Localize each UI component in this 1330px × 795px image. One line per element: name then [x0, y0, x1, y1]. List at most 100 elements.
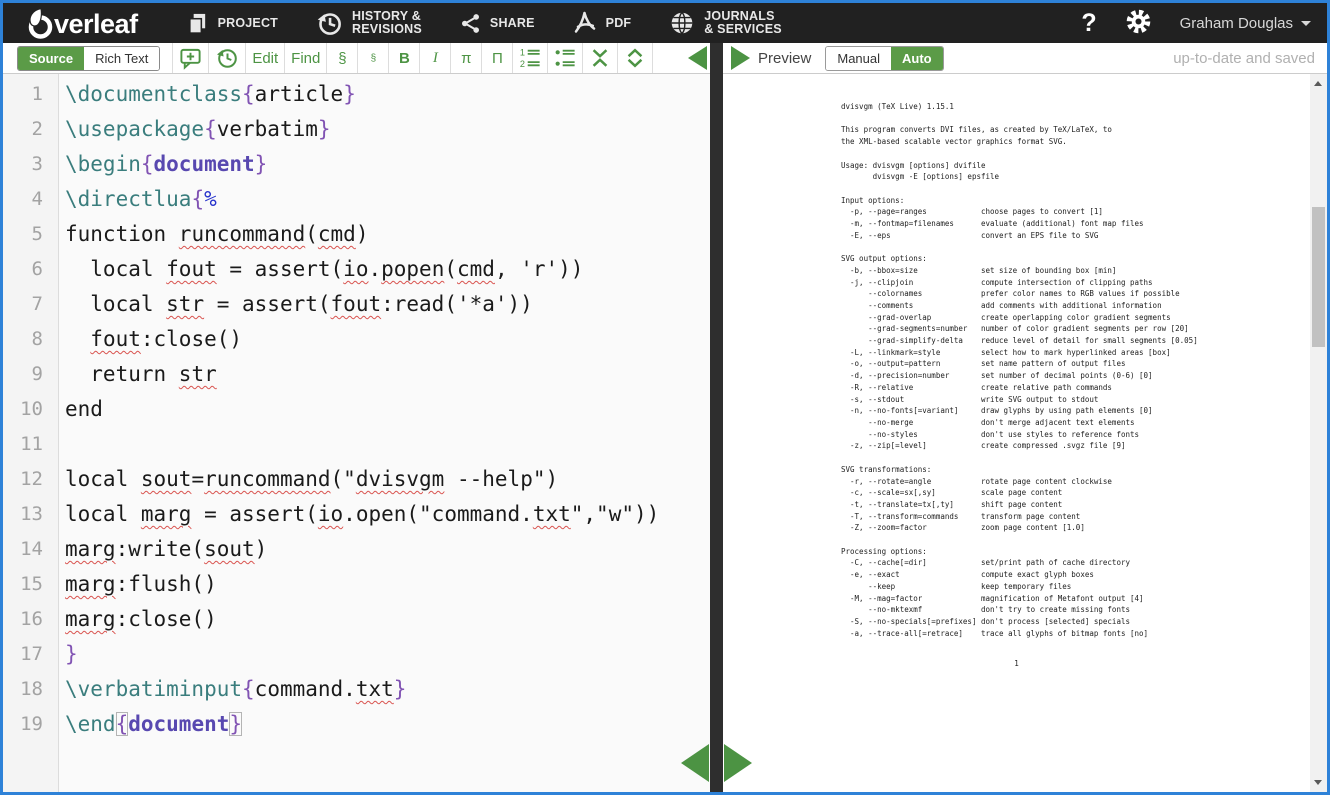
numbered-list-button[interactable]: 12: [513, 43, 548, 73]
section-button[interactable]: §: [327, 43, 358, 73]
expand-preview-pane-bottom-button[interactable]: [724, 744, 752, 782]
code-line-content: \directlua{%: [43, 182, 217, 217]
line-number: 9: [3, 357, 43, 392]
add-comment-icon: [179, 47, 202, 70]
line-number: 3: [3, 147, 43, 182]
code-line[interactable]: 6 local fout = assert(io.popen(cmd, 'r')…: [3, 252, 710, 287]
nav-item-history-revisions[interactable]: HISTORY &REVISIONS: [316, 3, 422, 43]
pdf-icon: [573, 11, 597, 35]
code-line[interactable]: 10end: [3, 392, 710, 427]
code-line-content: \documentclass{article}: [43, 77, 356, 112]
code-line[interactable]: 11: [3, 427, 710, 462]
code-line[interactable]: 7 local str = assert(fout:read('*a')): [3, 287, 710, 322]
editor-toolbar: Source Rich Text EditFind§§BIπΠ12: [3, 43, 710, 74]
line-number: 5: [3, 217, 43, 252]
line-number: 18: [3, 672, 43, 707]
expand-preview-pane-button[interactable]: [731, 46, 750, 70]
pane-divider[interactable]: [710, 43, 723, 792]
manual-compile-button[interactable]: Manual: [826, 47, 891, 70]
collapse-editor-pane-bottom-button[interactable]: [681, 744, 709, 782]
overleaf-leaf-icon: [27, 8, 54, 39]
code-line[interactable]: 5function runcommand(cmd): [3, 217, 710, 252]
italic-button[interactable]: I: [420, 43, 451, 73]
preview-scrollbar[interactable]: [1310, 74, 1327, 792]
rich-text-tab[interactable]: Rich Text: [84, 47, 159, 70]
code-line[interactable]: 17}: [3, 637, 710, 672]
subsection-button[interactable]: §: [358, 43, 389, 73]
line-number: 4: [3, 182, 43, 217]
bullet-list-icon: [554, 47, 576, 69]
numbered-list-icon: 12: [519, 47, 541, 69]
display-math-button[interactable]: Π: [482, 43, 513, 73]
nav-item-label: PROJECT: [218, 17, 278, 30]
collapse-button[interactable]: [583, 43, 618, 73]
code-line-content: local str = assert(fout:read('*a')): [43, 287, 533, 322]
code-line[interactable]: 12local sout=runcommand("dvisvgm --help"…: [3, 462, 710, 497]
top-navbar: verleaf PROJECT HISTORY &REVISIONS SHARE PD…: [3, 3, 1327, 43]
find-button[interactable]: Find: [285, 43, 327, 73]
code-line[interactable]: 14marg:write(sout): [3, 532, 710, 567]
code-line[interactable]: 8 fout:close(): [3, 322, 710, 357]
overleaf-logo[interactable]: verleaf: [27, 8, 138, 39]
overleaf-window: verleaf PROJECT HISTORY &REVISIONS SHARE PD…: [0, 0, 1330, 795]
scroll-up-arrow-icon[interactable]: [1314, 81, 1322, 86]
code-line[interactable]: 9 return str: [3, 357, 710, 392]
code-editor[interactable]: 1\documentclass{article}2\usepackage{ver…: [3, 74, 710, 792]
history-button[interactable]: [209, 43, 246, 73]
code-line[interactable]: 19\end{document}: [3, 707, 710, 742]
compile-mode-toggle: Manual Auto: [825, 46, 943, 71]
navbar-right: ? Graham Douglas: [1081, 8, 1311, 38]
code-line-content: local fout = assert(io.popen(cmd, 'r')): [43, 252, 583, 287]
nav-item-label: HISTORY &REVISIONS: [352, 10, 422, 36]
line-number: 2: [3, 112, 43, 147]
code-line[interactable]: 3\begin{document}: [3, 147, 710, 182]
nav-item-project[interactable]: PROJECT: [186, 3, 278, 43]
code-line-content: marg:write(sout): [43, 532, 267, 567]
chevron-down-icon: [1301, 21, 1311, 26]
pdf-page-number: 1: [723, 659, 1310, 668]
scroll-down-arrow-icon[interactable]: [1314, 780, 1322, 785]
logo-text: verleaf: [54, 9, 138, 39]
code-line[interactable]: 15marg:flush(): [3, 567, 710, 602]
nav-item-share[interactable]: SHARE: [460, 3, 535, 43]
code-line-content: marg:close(): [43, 602, 217, 637]
code-line[interactable]: 1\documentclass{article}: [3, 77, 710, 112]
add-comment-button[interactable]: [173, 43, 209, 73]
code-line[interactable]: 18\verbatiminput{command.txt}: [3, 672, 710, 707]
code-line-content: end: [43, 392, 103, 427]
edit-button[interactable]: Edit: [246, 43, 285, 73]
nav-item-pdf[interactable]: PDF: [573, 3, 632, 43]
project-icon: [186, 12, 209, 35]
collapse-editor-pane-button[interactable]: [688, 46, 707, 70]
line-number: 6: [3, 252, 43, 287]
code-line[interactable]: 13local marg = assert(io.open("command.t…: [3, 497, 710, 532]
settings-gear-button[interactable]: [1125, 8, 1152, 38]
bullet-list-button[interactable]: [548, 43, 583, 73]
line-number: 8: [3, 322, 43, 357]
line-number: 10: [3, 392, 43, 427]
code-line[interactable]: 16marg:close(): [3, 602, 710, 637]
user-name: Graham Douglas: [1180, 15, 1293, 32]
scrollbar-thumb[interactable]: [1312, 207, 1325, 347]
code-line-content: local marg = assert(io.open("command.txt…: [43, 497, 659, 532]
code-line[interactable]: 4\directlua{%: [3, 182, 710, 217]
editor-pane: Source Rich Text EditFind§§BIπΠ12 1\docu…: [3, 43, 710, 792]
source-richtext-toggle: Source Rich Text: [17, 46, 160, 71]
code-line-content: \verbatiminput{command.txt}: [43, 672, 406, 707]
editor-toolbar-buttons: EditFind§§BIπΠ12: [172, 43, 653, 73]
line-number: 12: [3, 462, 43, 497]
nav-item-journals-services[interactable]: JOURNALS& SERVICES: [669, 3, 782, 43]
code-line-content: \begin{document}: [43, 147, 267, 182]
line-number: 17: [3, 637, 43, 672]
inline-math-button[interactable]: π: [451, 43, 482, 73]
code-line[interactable]: 2\usepackage{verbatim}: [3, 112, 710, 147]
user-menu[interactable]: Graham Douglas: [1180, 15, 1311, 32]
help-button[interactable]: ?: [1081, 9, 1096, 38]
auto-compile-button[interactable]: Auto: [891, 47, 943, 70]
bold-button[interactable]: B: [389, 43, 420, 73]
svg-text:2: 2: [520, 59, 525, 69]
expand-button[interactable]: [618, 43, 653, 73]
source-tab[interactable]: Source: [18, 47, 84, 70]
history-clock-icon: [215, 46, 239, 70]
code-line-content: }: [43, 637, 78, 672]
